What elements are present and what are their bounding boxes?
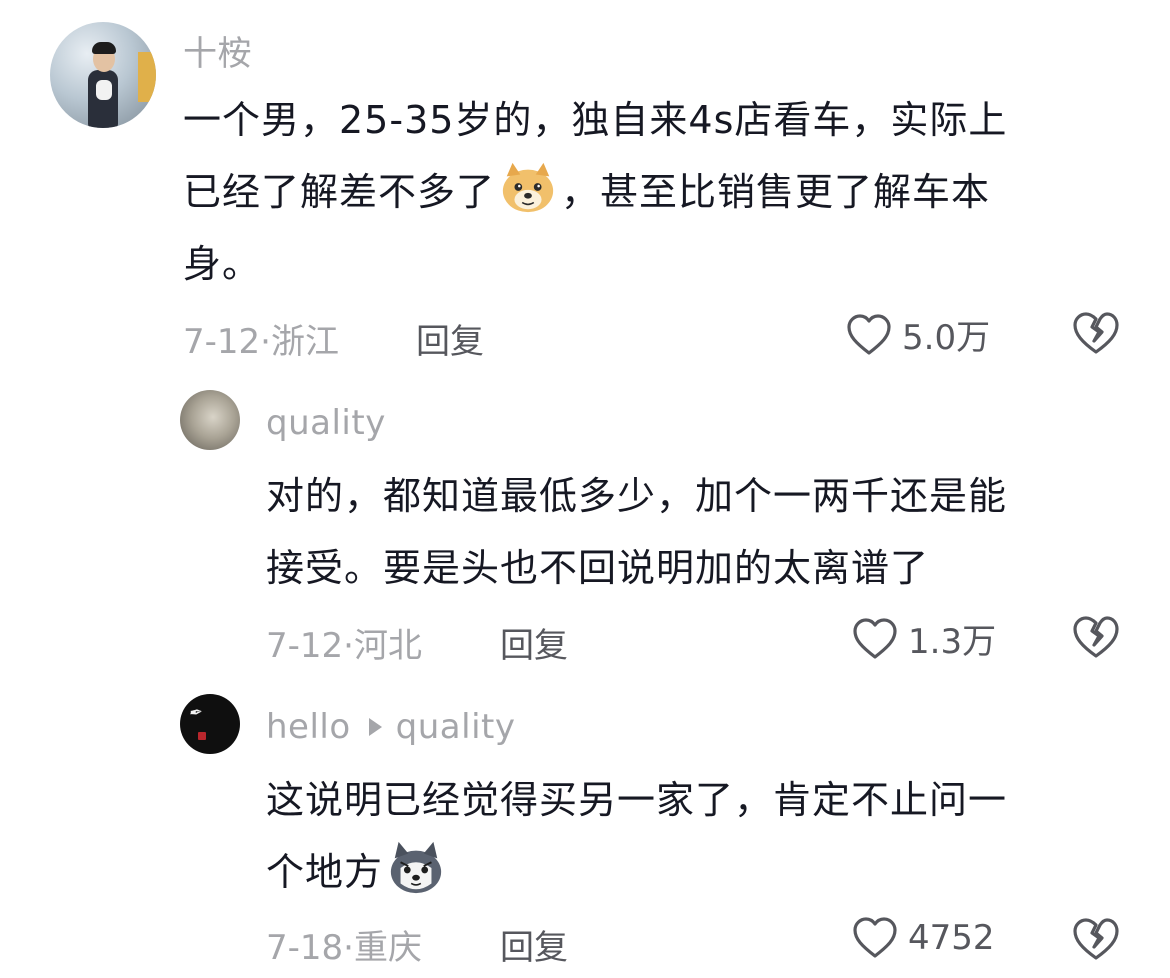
like-button[interactable]: 5.0万 [846,310,990,359]
comment-meta: 7-12·河北 [266,626,422,666]
avatar[interactable]: ✒ [180,694,240,754]
reply-to-username[interactable]: quality [396,707,516,747]
username[interactable]: 十桉 [183,26,252,75]
heart-icon [847,313,891,355]
dislike-button[interactable] [1072,614,1120,660]
like-count: 4752 [908,918,995,958]
avatar[interactable] [50,22,156,128]
dislike-button[interactable] [1072,916,1120,962]
comment-text: 这说明已经觉得买另一家了，肯定不止问一 个地方 [266,764,1007,908]
username-line: hello quality [266,707,515,747]
avatar-seal [198,732,206,740]
comment-text-segment: ，甚至比销售更了解车本 [561,170,991,214]
comment-text-segment: 已经了解差不多了 [183,170,496,214]
like-count: 5.0万 [902,318,991,358]
comment-text: 对的，都知道最低多少，加个一两千还是能 接受。要是头也不回说明加的太离谱了 [266,460,1007,604]
avatar-figure-hair [92,42,116,54]
avatar-calligraphy: ✒ [186,702,203,723]
comment-meta: 7-12·浙江 [183,322,339,362]
husky-icon [390,841,442,894]
reply-button[interactable]: 回复 [500,618,568,667]
comment-text-line: 接受。要是头也不回说明加的太离谱了 [266,546,930,590]
like-count: 1.3万 [908,622,997,662]
like-button[interactable]: 1.3万 [852,614,996,663]
avatar-background [138,52,156,102]
heart-icon [853,617,897,659]
comment-text-segment: 个地方 [266,850,384,894]
comment-text-line: 对的，都知道最低多少，加个一两千还是能 [266,474,1008,518]
comment-text-line: 这说明已经觉得买另一家了，肯定不止问一 [266,778,1008,822]
reply-button[interactable]: 回复 [416,314,484,363]
doge-icon [502,162,554,213]
username[interactable]: hello [266,707,351,747]
comment-text-line: 一个男，25-35岁的，独自来4s店看车，实际上 [183,98,1008,142]
like-button[interactable]: 4752 [852,916,995,960]
comment-text: 一个男，25-35岁的，独自来4s店看车，实际上 已经了解差不多了 ，甚至比销售… [183,84,1007,300]
avatar[interactable] [180,390,240,450]
username[interactable]: quality [266,403,386,443]
reply-arrow-icon [368,718,382,736]
dislike-button[interactable] [1072,310,1120,356]
comment-meta: 7-18·重庆 [266,928,422,968]
comment-text-line: 个地方 [266,836,1007,908]
reply-button[interactable]: 回复 [500,920,568,969]
heart-icon [853,917,897,958]
avatar-figure-toy [96,80,112,100]
comment-text-line: 身。 [183,242,262,286]
comment-text-line: 已经了解差不多了 ，甚至比销售更了解车本 [183,156,1007,228]
